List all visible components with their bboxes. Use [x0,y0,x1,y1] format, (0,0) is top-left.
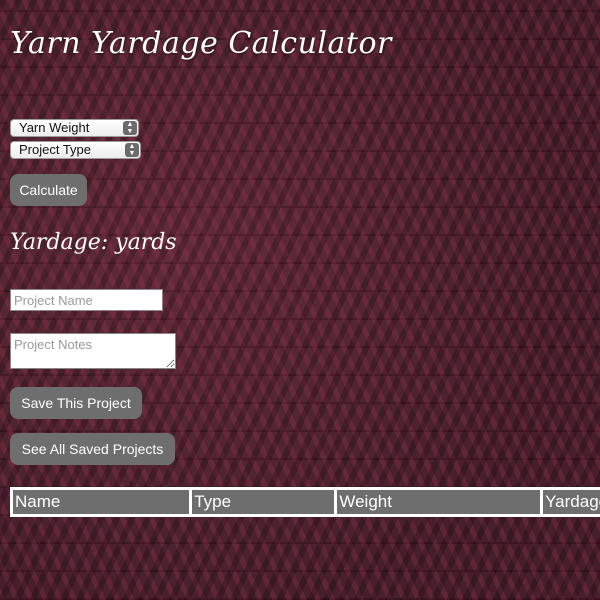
yarn-weight-select[interactable]: Yarn Weight ▲ ▼ [10,119,139,137]
column-header-name[interactable]: Name [13,490,190,514]
page-title: Yarn Yardage Calculator [10,26,392,61]
yarn-weight-select-value: Yarn Weight [19,120,90,135]
project-name-input[interactable] [10,289,163,311]
project-notes-textarea[interactable] [10,333,176,369]
project-type-select[interactable]: Project Type ▲ ▼ [10,141,141,159]
yardage-result: Yardage: yards [10,230,177,255]
save-project-button[interactable]: Save This Project [10,387,142,419]
saved-projects-table: Name Type Weight Yardage [10,487,600,517]
see-all-projects-button[interactable]: See All Saved Projects [10,433,175,465]
project-type-select-value: Project Type [19,142,92,157]
column-header-weight[interactable]: Weight [337,490,541,514]
updown-arrows-icon: ▲ ▼ [123,121,137,135]
table-header-row: Name Type Weight Yardage [13,490,600,514]
column-header-type[interactable]: Type [192,490,335,514]
column-header-yardage[interactable]: Yardage [543,490,600,514]
calculate-button[interactable]: Calculate [10,174,87,206]
updown-arrows-icon: ▲ ▼ [125,143,139,157]
